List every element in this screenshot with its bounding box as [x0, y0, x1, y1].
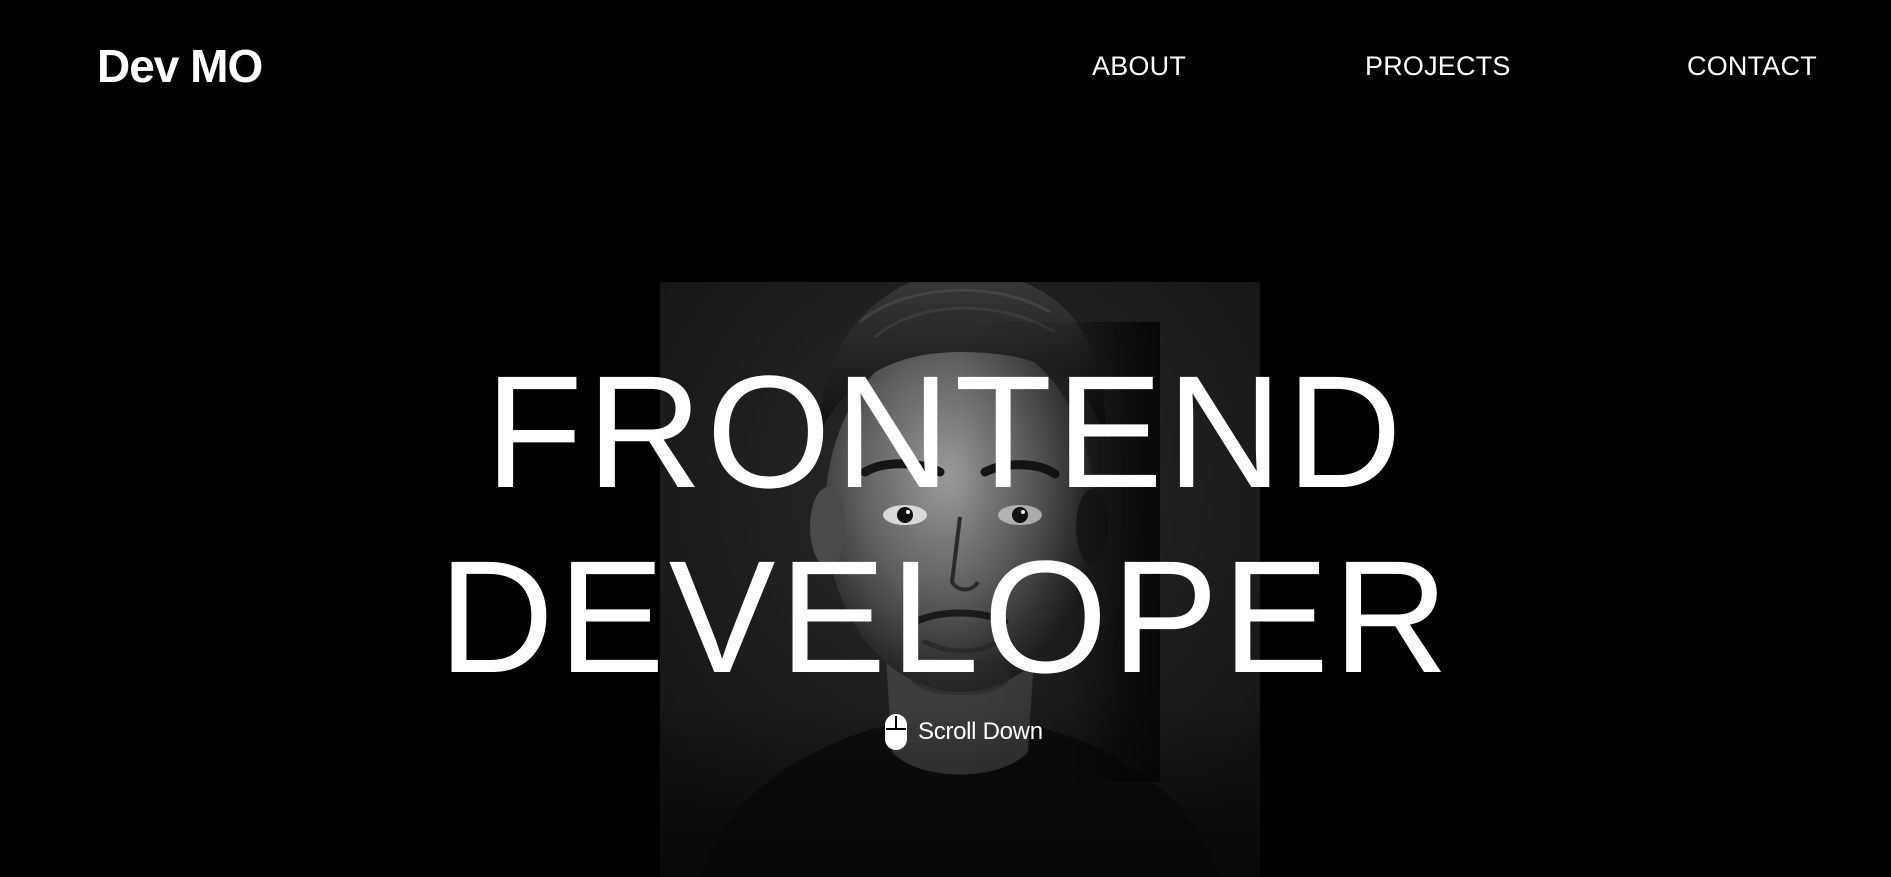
logo[interactable]: Dev MO	[97, 36, 263, 96]
nav-about-link[interactable]: ABOUT	[1092, 50, 1186, 82]
nav-contact-link[interactable]: CONTACT	[1687, 50, 1817, 82]
scroll-down-label: Scroll Down	[918, 718, 1043, 745]
hero-title-line-1: FRONTEND	[485, 342, 1406, 521]
mouse-icon	[885, 714, 907, 750]
hero-title-line-2: DEVELOPER	[438, 527, 1453, 706]
nav-projects-link[interactable]: PROJECTS	[1365, 50, 1511, 82]
scroll-down-button[interactable]: Scroll Down	[884, 712, 1043, 752]
